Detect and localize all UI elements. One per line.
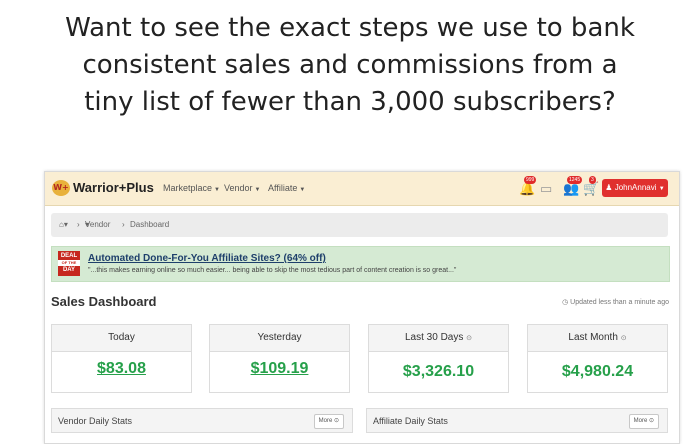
deal-of-the-day-badge: DEAL OF THE DAY: [58, 251, 80, 276]
panel-title: Affiliate Daily Stats: [373, 416, 448, 426]
nav-affiliate[interactable]: Affiliate ▼: [268, 183, 305, 193]
user-icon: ♟: [605, 183, 613, 192]
user-menu-button[interactable]: ♟ JohnAnnavi ▼: [602, 179, 668, 197]
deal-description: "...this makes earning online so much ea…: [88, 267, 457, 274]
nav-vendor[interactable]: Vendor ▼: [224, 183, 260, 193]
panel-title: Vendor Daily Stats: [58, 416, 133, 426]
stat-card-value: $4,980.24: [561, 363, 634, 380]
stat-card-value: $3,326.10: [402, 363, 475, 380]
headline-line-1: Want to see the exact steps we use to ba…: [65, 13, 635, 43]
deal-of-the-day-banner[interactable]: DEAL OF THE DAY Automated Done-For-You A…: [51, 246, 670, 282]
stat-card-header: Last 30 Days ⊙: [369, 325, 508, 352]
bell-badge: 999: [524, 176, 537, 184]
updated-status: ◷ Updated less than a minute ago: [562, 298, 669, 306]
affiliate-daily-stats-panel: Affiliate Daily Stats More ⊙: [366, 408, 668, 433]
more-label: More: [318, 418, 333, 424]
stat-card-today: Today $83.08: [51, 324, 192, 393]
info-icon[interactable]: ⊙: [466, 335, 472, 342]
users-badge: 1245: [567, 176, 583, 184]
more-button[interactable]: More ⊙: [313, 414, 344, 429]
stat-card-header: Last Month ⊙: [528, 325, 667, 352]
stat-card-label: Last 30 Days: [404, 332, 464, 343]
breadcrumb-dashboard: Dashboard: [130, 220, 170, 229]
stat-card-label: Last Month: [568, 332, 618, 343]
info-icon[interactable]: ⊙: [621, 335, 627, 342]
updated-text: Updated less than a minute ago: [570, 299, 669, 306]
stat-card-value[interactable]: $109.19: [210, 360, 349, 378]
breadcrumb: ⌂▾ › Vendor ▾ › Dashboard: [51, 213, 668, 237]
vendor-daily-stats-panel: Vendor Daily Stats More ⊙: [51, 408, 353, 433]
breadcrumb-separator: ›: [77, 220, 80, 229]
logo-text[interactable]: Warrior+Plus: [73, 180, 154, 195]
caret-down-icon: ▼: [214, 187, 220, 193]
stat-card-label: Yesterday: [210, 325, 349, 352]
caret-down-icon: ▼: [658, 186, 665, 192]
nav-vendor-label: Vendor: [224, 183, 253, 193]
dashboard-screenshot: W+ Warrior+Plus Marketplace ▼ Vendor ▼ Aff…: [44, 171, 680, 444]
headline-line-2: consistent sales and commissions from a: [82, 50, 618, 80]
stat-card-value[interactable]: $83.08: [52, 360, 191, 378]
breadcrumb-vendor[interactable]: Vendor ▾: [85, 213, 110, 237]
caret-down-icon: ▼: [299, 187, 306, 193]
caret-down-icon: ▼: [254, 187, 261, 193]
more-label: More: [633, 418, 648, 424]
stat-card-last-month: Last Month ⊙ $4,980.24: [527, 324, 668, 393]
page-title: Sales Dashboard: [51, 294, 157, 309]
deal-badge-top: DEAL: [60, 253, 78, 259]
home-icon[interactable]: ⌂▾: [59, 213, 68, 237]
nav-marketplace-label: Marketplace: [163, 183, 213, 193]
info-icon: ⊙: [333, 418, 339, 424]
stat-card-last-30-days: Last 30 Days ⊙ $3,326.10: [368, 324, 509, 393]
headline: Want to see the exact steps we use to ba…: [0, 10, 700, 121]
nav-marketplace[interactable]: Marketplace ▼: [163, 183, 220, 193]
navbar: W+ Warrior+Plus Marketplace ▼ Vendor ▼ Aff…: [45, 172, 679, 206]
stat-card-yesterday: Yesterday $109.19: [209, 324, 350, 393]
more-button[interactable]: More ⊙: [628, 414, 659, 429]
breadcrumb-separator: ›: [122, 220, 125, 229]
logo-icon[interactable]: W+: [52, 180, 70, 196]
user-name: JohnAnnavi: [614, 183, 657, 192]
inbox-icon[interactable]: ▭: [540, 181, 552, 197]
clock-icon: ◷: [562, 299, 569, 306]
deal-badge-bottom: DAY: [62, 267, 76, 273]
deal-title-link[interactable]: Automated Done-For-You Affiliate Sites? …: [88, 253, 326, 264]
breadcrumb-vendor-label: Vendor: [85, 220, 111, 229]
stat-card-label: Today: [52, 325, 191, 352]
headline-line-3: tiny list of fewer than 3,000 subscriber…: [84, 87, 616, 117]
cart-badge: 3: [589, 176, 596, 184]
info-icon: ⊙: [648, 418, 654, 424]
nav-affiliate-label: Affiliate: [268, 183, 298, 193]
